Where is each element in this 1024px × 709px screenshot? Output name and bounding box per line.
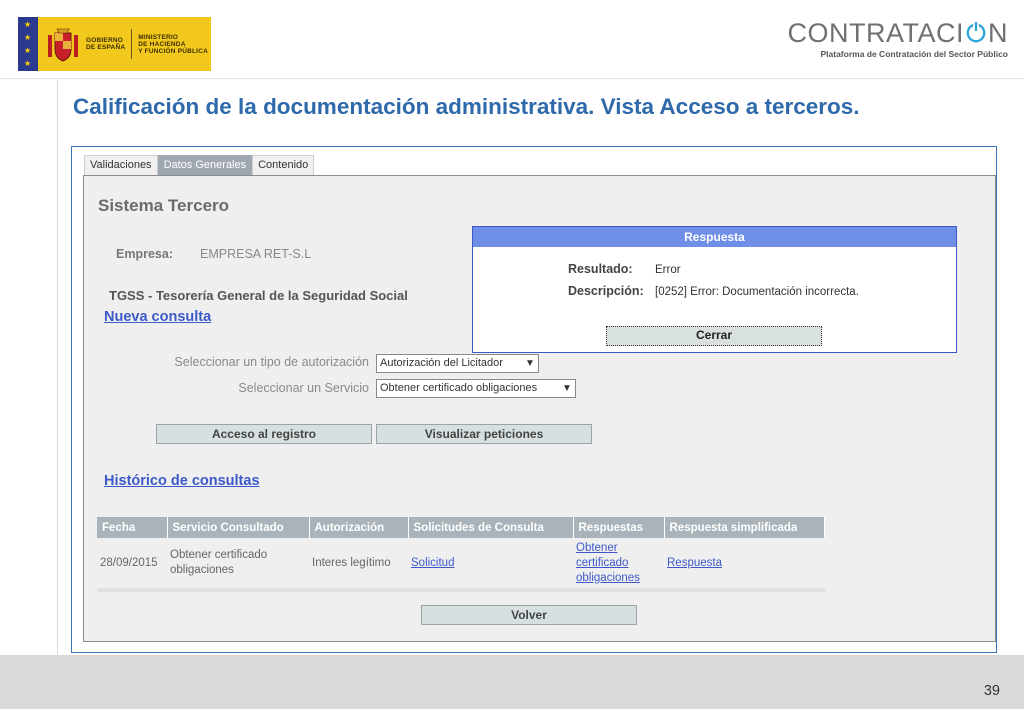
left-divider [57, 80, 58, 655]
historico-consultas-link[interactable]: Histórico de consultas [104, 473, 260, 489]
tab-bar: Validaciones Datos Generales Contenido [84, 155, 315, 175]
tab-datos-generales[interactable]: Datos Generales [157, 155, 253, 175]
power-icon [966, 21, 986, 43]
ministerio-text: MINISTERIO DE HACIENDA Y FUNCIÓN PÚBLICA [138, 33, 208, 55]
cerrar-button[interactable]: Cerrar [606, 326, 822, 346]
coat-of-arms-icon [48, 28, 78, 62]
column-header: Fecha [97, 517, 168, 538]
fecha-cell: 28/09/2015 [100, 556, 158, 569]
chevron-down-icon: ▼ [525, 358, 535, 369]
content-panel: Sistema Tercero Empresa: EMPRESA RET-S.L… [83, 175, 996, 642]
servicio-select[interactable]: Obtener certificado obligaciones ▼ [376, 379, 576, 398]
respuestas-cell: Obtener certificado obligaciones [573, 538, 664, 590]
tab-validaciones[interactable]: Validaciones [84, 155, 158, 175]
column-header: Respuesta simplificada [664, 517, 825, 538]
consultas-table: Fecha Servicio Consultado Autorización S… [97, 517, 825, 592]
resultado-label: Resultado: [568, 262, 633, 276]
acceso-registro-button[interactable]: Acceso al registro [156, 424, 372, 444]
header-divider [0, 78, 1024, 79]
tab-contenido[interactable]: Contenido [252, 155, 315, 175]
solicitud-link[interactable]: Solicitud [411, 557, 454, 569]
descripcion-value: [0252] Error: Documentación incorrecta. [655, 286, 859, 298]
servicio-cell: Obtener certificado obligaciones [170, 549, 268, 576]
slide-footer: 39 [0, 655, 1024, 709]
application-screenshot: Validaciones Datos Generales Contenido S… [71, 146, 997, 653]
empresa-value: EMPRESA RET-S.L [200, 247, 312, 261]
empresa-label: Empresa: [116, 247, 173, 261]
volver-button[interactable]: Volver [421, 605, 637, 625]
table-row: 28/09/2015 Obtener certificado obligacion… [97, 538, 825, 590]
dialog-title: Respuesta [473, 227, 956, 247]
nueva-consulta-link[interactable]: Nueva consulta [104, 309, 211, 325]
respuesta-detalle-link[interactable]: Obtener certificado obligaciones [576, 541, 661, 586]
column-header: Servicio Consultado [167, 517, 310, 538]
tipo-autorizacion-label: Seleccionar un tipo de autorización [174, 355, 369, 369]
visualizar-peticiones-button[interactable]: Visualizar peticiones [376, 424, 592, 444]
column-header: Autorización [309, 517, 409, 538]
slide-title: Calificación de la documentación adminis… [73, 94, 860, 119]
tipo-autorizacion-select[interactable]: Autorización del Licitador ▼ [376, 354, 539, 373]
panel-title: Sistema Tercero [98, 196, 230, 215]
brand-name-end: N [988, 18, 1008, 48]
descripcion-label: Descripción: [568, 284, 644, 298]
column-header: Solicitudes de Consulta [408, 517, 574, 538]
brand-subtitle: Plataforma de Contratación del Sector Pú… [820, 49, 1008, 59]
page-number: 39 [983, 683, 1000, 699]
respuesta-dialog: Respuesta Resultado: Error Descripción: … [472, 226, 957, 353]
respuesta-simplificada-cell: Respuesta [664, 538, 825, 590]
respuesta-link[interactable]: Respuesta [667, 557, 722, 569]
tgss-heading: TGSS - Tesorería General de la Seguridad… [109, 288, 408, 303]
contratacion-logo: CONTRATACI N Plataforma de Contratación d… [788, 18, 1009, 59]
gobierno-text: GOBIERNO DE ESPAÑA [86, 37, 126, 51]
eu-flag-icon: ★ ★ ★ ★ [18, 17, 38, 71]
servicio-label: Seleccionar un Servicio [238, 381, 369, 395]
gobierno-de-espana-logo: ★ ★ ★ ★ GOBIERNO DE ESPAÑA MINISTERIO DE HA… [18, 17, 211, 71]
brand-name: CONTRATACI [787, 18, 964, 48]
solicitud-cell: Solicitud [408, 538, 573, 590]
chevron-down-icon: ▼ [562, 383, 572, 394]
column-header: Respuestas [573, 517, 665, 538]
autorizacion-cell: Interes legítimo [312, 556, 391, 569]
resultado-value: Error [655, 264, 681, 276]
